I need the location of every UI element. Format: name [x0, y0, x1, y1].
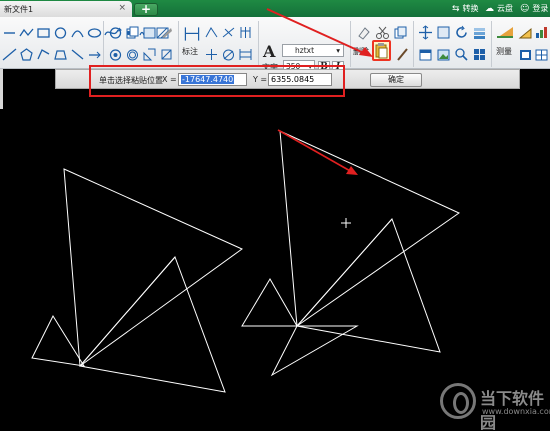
image-icon[interactable] — [436, 47, 451, 62]
login-label: 登录 — [532, 4, 549, 13]
eraser-icon[interactable] — [356, 25, 371, 40]
explode-tool-icon[interactable] — [108, 47, 123, 62]
line-tool-icon[interactable] — [2, 25, 17, 40]
dimension-label[interactable]: 标注 — [182, 46, 198, 57]
copy-icon[interactable] — [393, 25, 408, 40]
convert-button[interactable]: ⇆ 转换 — [452, 3, 479, 14]
baseline-dim-icon[interactable] — [238, 47, 253, 62]
radius-dim-icon[interactable] — [204, 47, 219, 62]
stretch-tool-icon[interactable] — [159, 47, 174, 62]
zoom-extents-icon[interactable] — [454, 47, 469, 62]
offset-tool-icon[interactable] — [125, 47, 140, 62]
continue-dim-icon[interactable] — [238, 25, 253, 40]
scale-tool-icon[interactable] — [142, 47, 157, 62]
cloud-icon: ☁ — [485, 3, 494, 14]
refresh-icon[interactable] — [454, 25, 469, 40]
cut-icon[interactable] — [375, 25, 390, 40]
erase-tool-icon[interactable] — [159, 25, 174, 40]
rectangle-tool-icon[interactable] — [36, 25, 51, 40]
annotation-highlight-box — [89, 65, 345, 97]
ribbon-divider — [350, 21, 351, 67]
polygon-tool-icon[interactable] — [19, 47, 34, 62]
copy-tool-icon[interactable] — [125, 25, 140, 40]
login-button[interactable]: ☺ 登录 — [520, 3, 548, 14]
text-tool-icon[interactable]: A — [263, 42, 275, 61]
user-icon: ☺ — [520, 3, 530, 14]
window-icon[interactable] — [418, 47, 433, 62]
table-icon[interactable] — [534, 47, 549, 62]
polyline-tool-icon[interactable] — [19, 25, 34, 40]
pan-icon[interactable] — [418, 25, 433, 40]
drawn-line-right — [296, 218, 393, 327]
drawn-triangle-right-tall — [296, 218, 441, 353]
rotate-tool-icon[interactable] — [108, 25, 123, 40]
convert-icon: ⇆ — [452, 3, 460, 14]
grid-view-icon[interactable] — [472, 47, 487, 62]
layers-icon[interactable] — [472, 25, 487, 40]
circle-tool-icon[interactable] — [53, 25, 68, 40]
drawn-triangle-left-large — [63, 168, 243, 367]
cloud-button[interactable]: ☁ 云盘 — [485, 3, 513, 14]
drawing-canvas[interactable] — [0, 89, 550, 431]
watermark-url: www.downxia.com — [482, 407, 550, 416]
ribbon-divider — [178, 21, 179, 67]
trapezoid-tool-icon[interactable] — [53, 47, 68, 62]
document-tab-label: 新文件1 — [4, 5, 34, 14]
diameter-dim-icon[interactable] — [221, 47, 236, 62]
revcloud-tool-icon[interactable] — [36, 47, 51, 62]
diagonal-line-tool-icon[interactable] — [70, 47, 85, 62]
new-tab-button[interactable]: + — [134, 3, 158, 16]
aligned-dim-icon[interactable] — [221, 25, 236, 40]
ray-tool-icon[interactable] — [87, 47, 102, 62]
ribbon-divider — [103, 21, 104, 67]
font-select[interactable]: hztxt ▾ — [282, 44, 344, 57]
xline-tool-icon[interactable] — [2, 47, 17, 62]
angle-dim-icon[interactable] — [204, 25, 219, 40]
font-name: hztxt — [295, 46, 315, 55]
drawn-triangle-right-large — [279, 130, 461, 327]
image-insert-icon[interactable] — [518, 47, 533, 62]
zoom-window-icon[interactable] — [436, 25, 451, 40]
measure-icon[interactable] — [496, 25, 514, 39]
ribbon-divider — [413, 21, 414, 67]
delete-label[interactable]: 删除 — [353, 46, 369, 57]
watermark-logo — [440, 383, 476, 419]
measure-label[interactable]: 测量 — [496, 46, 512, 57]
watermark: 当下软件园 www.downxia.com — [440, 383, 550, 431]
trim-tool-icon[interactable] — [142, 25, 157, 40]
area-measure-icon[interactable] — [518, 25, 533, 40]
ribbon-divider — [491, 21, 492, 67]
drawn-line-left — [79, 256, 176, 367]
cloud-label: 云盘 — [497, 4, 513, 13]
ribbon-divider — [258, 21, 259, 67]
ribbon-toolbar: 标注 A 文字 hztxt ▾ 350 ▾ B I 删除 测量 — [0, 17, 550, 73]
arc-tool-icon[interactable] — [70, 25, 85, 40]
brush-icon[interactable] — [395, 47, 410, 62]
close-tab-icon[interactable]: × — [118, 3, 126, 13]
dimension-icon[interactable] — [183, 25, 201, 43]
paste-button[interactable] — [372, 40, 391, 61]
drawn-triangle-right-small — [241, 278, 298, 327]
paste-icon — [375, 43, 388, 59]
confirm-button[interactable]: 确定 — [370, 73, 422, 87]
chart-icon[interactable] — [534, 25, 549, 40]
document-tab[interactable]: 新文件1 × — [0, 1, 132, 17]
drawn-triangle-right-bottom — [270, 325, 359, 377]
title-bar: 新文件1 × + ⇆ 转换 ☁ 云盘 ☺ 登录 — [0, 0, 550, 17]
crosshair-cursor — [341, 218, 351, 228]
ellipse-tool-icon[interactable] — [87, 25, 102, 40]
chevron-down-icon: ▾ — [336, 46, 340, 55]
convert-label: 转换 — [462, 4, 479, 13]
canvas-drawing — [31, 130, 461, 393]
